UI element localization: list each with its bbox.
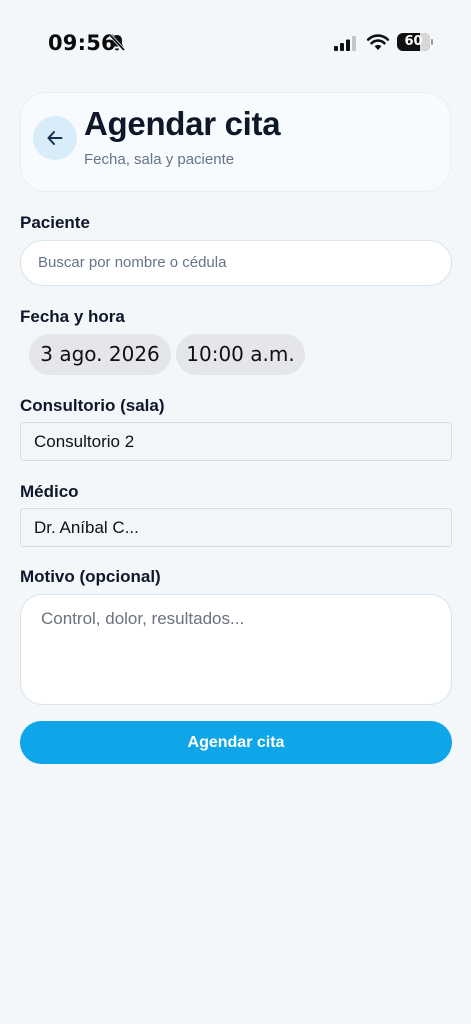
room-select-value: Consultorio 2: [34, 432, 135, 451]
status-bar: 09:56 60: [0, 0, 471, 88]
battery-level: 60: [404, 34, 423, 49]
page-title: Agendar cita: [84, 105, 281, 142]
wifi-icon: [366, 33, 390, 51]
date-picker-button[interactable]: 3 ago. 2026: [29, 334, 171, 375]
header-card: Agendar cita Fecha, sala y paciente: [20, 92, 451, 192]
room-label: Consultorio (sala): [20, 396, 165, 415]
patient-label: Paciente: [20, 213, 90, 232]
bell-slash-icon: [108, 33, 126, 53]
status-time: 09:56: [48, 31, 116, 55]
battery-icon: 60: [397, 33, 433, 51]
reason-textarea[interactable]: Control, dolor, resultados...: [20, 594, 452, 705]
back-button[interactable]: [33, 116, 77, 160]
doctor-label: Médico: [20, 482, 79, 501]
doctor-select-value: Dr. Aníbal C...: [34, 518, 139, 537]
reason-label: Motivo (opcional): [20, 567, 161, 586]
page-subtitle: Fecha, sala y paciente: [84, 151, 235, 168]
reason-placeholder: Control, dolor, resultados...: [41, 609, 245, 628]
cellular-signal-icon: [333, 35, 359, 51]
patient-search-input[interactable]: Buscar por nombre o cédula: [20, 240, 452, 286]
time-picker-button[interactable]: 10:00 a.m.: [176, 334, 305, 375]
patient-search-placeholder: Buscar por nombre o cédula: [38, 254, 227, 271]
doctor-select[interactable]: Dr. Aníbal C...: [20, 508, 452, 547]
schedule-appointment-button[interactable]: Agendar cita: [20, 721, 452, 764]
datetime-label: Fecha y hora: [20, 307, 125, 326]
arrow-left-icon: [45, 128, 65, 148]
room-select[interactable]: Consultorio 2: [20, 422, 452, 461]
